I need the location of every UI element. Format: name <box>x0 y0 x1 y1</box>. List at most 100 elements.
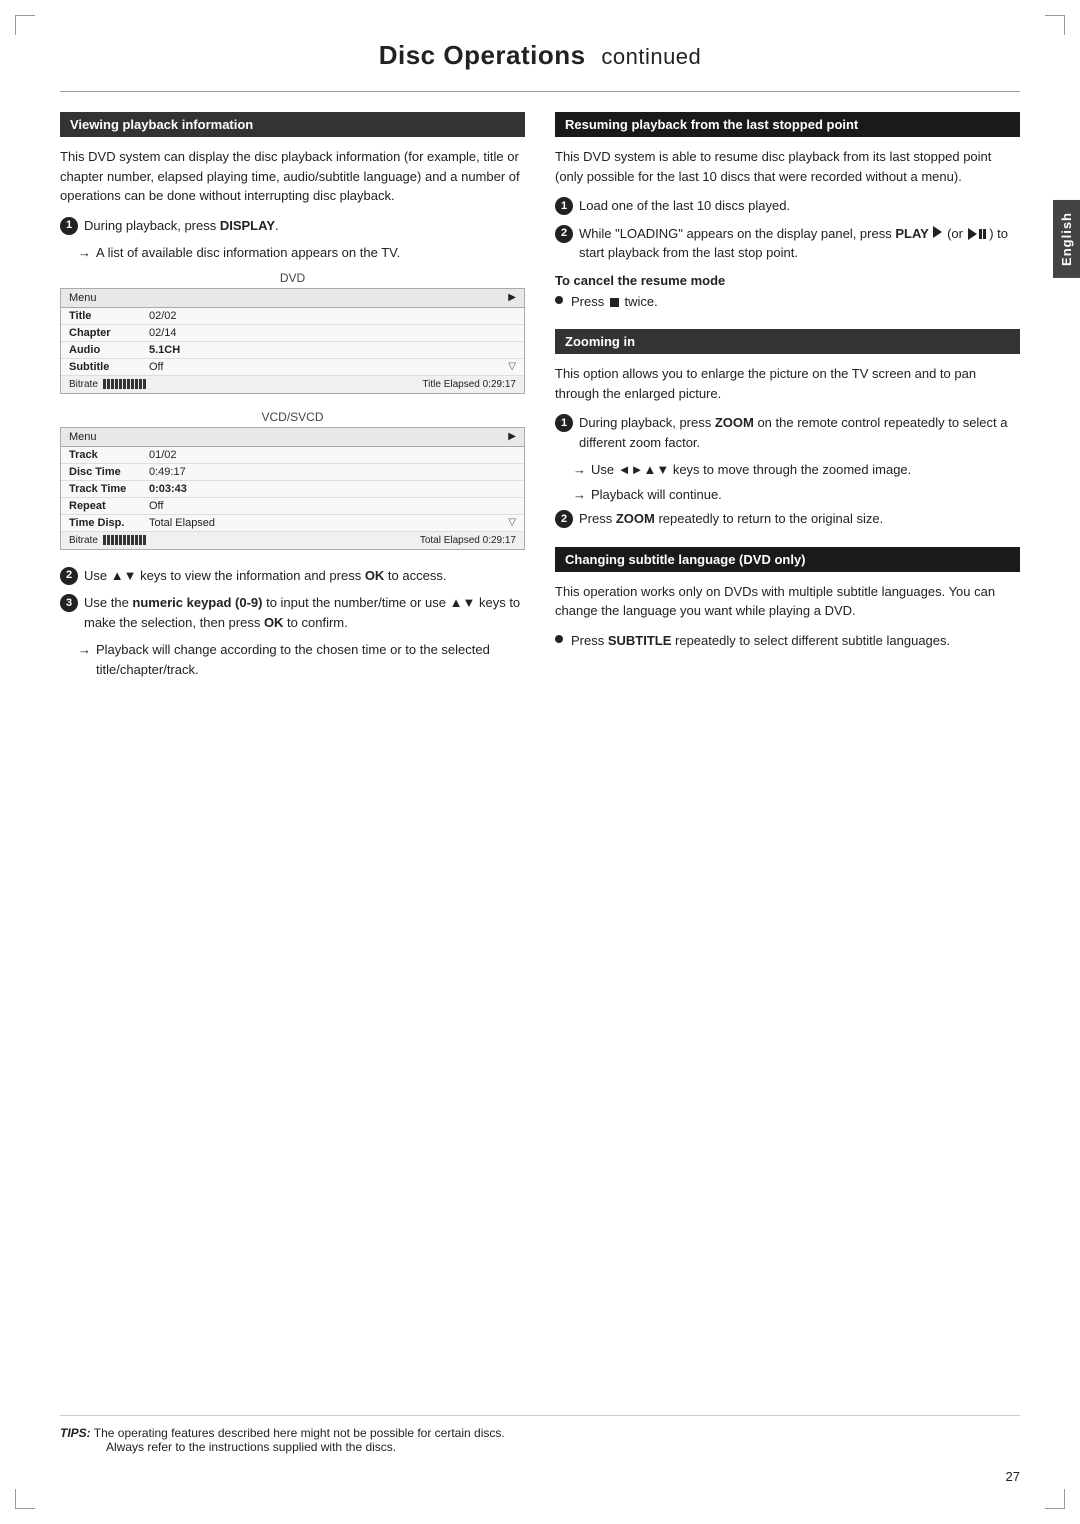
step-3-content: Use the numeric keypad (0-9) to input th… <box>84 593 525 632</box>
menu-key-disctime: Disc Time <box>69 466 149 478</box>
bitrate-bar <box>127 379 130 389</box>
section-header-zooming: Zooming in <box>555 329 1020 354</box>
stop-icon <box>610 298 619 307</box>
menu-key-repeat: Repeat <box>69 500 149 512</box>
page-title: Disc Operations continued <box>60 40 1020 71</box>
vcd-menu-wrapper: VCD/SVCD Menu ▶ Track 01/02 Disc Time 0: <box>60 410 525 550</box>
resuming-body: This DVD system is able to resume disc p… <box>555 147 1020 186</box>
bitrate-elapsed-dvd: Title Elapsed 0:29:17 <box>422 379 516 390</box>
menu-val-chapter: 02/14 <box>149 327 516 339</box>
step-num-2: 2 <box>60 567 78 585</box>
menu-row-title: Title 02/02 <box>61 308 524 325</box>
menu-key-tracktime: Track Time <box>69 483 149 495</box>
menu-key-track: Track <box>69 449 149 461</box>
bitrate-bar <box>119 535 122 545</box>
menu-row-audio: Audio 5.1CH <box>61 342 524 359</box>
step-2-zooming-content: Press ZOOM repeatedly to return to the o… <box>579 509 1020 529</box>
content-columns: Viewing playback information This DVD sy… <box>60 112 1020 697</box>
bitrate-bar <box>107 535 110 545</box>
bitrate-bar <box>127 535 130 545</box>
tips-line2: Always refer to the instructions supplie… <box>60 1440 396 1454</box>
bitrate-bars-vcd <box>103 535 146 545</box>
menu-key-audio: Audio <box>69 344 149 356</box>
arrow-sym-2: → <box>78 640 91 660</box>
arrow-zoom-text-1: Use ◄►▲▼ keys to move through the zoomed… <box>591 460 911 480</box>
step-num-1: 1 <box>60 217 78 235</box>
menu-key-title: Title <box>69 310 149 322</box>
bitrate-bar <box>103 535 106 545</box>
menu-val-track: 01/02 <box>149 449 516 461</box>
arrow-text-2: Playback will change according to the ch… <box>96 640 525 679</box>
step-num-3: 3 <box>60 594 78 612</box>
chevron-down-icon-vcd: ▽ <box>508 517 516 528</box>
step-1-zooming-content: During playback, press ZOOM on the remot… <box>579 413 1020 452</box>
arrow-item-2: → Playback will change according to the … <box>60 640 525 679</box>
pause-bar <box>983 229 986 239</box>
step-2-resuming: 2 While "LOADING" appears on the display… <box>555 224 1020 263</box>
chevron-down-icon: ▽ <box>508 361 516 372</box>
section-zooming: Zooming in This option allows you to enl… <box>555 329 1020 529</box>
play-icon <box>933 226 942 238</box>
bitrate-bar <box>111 535 114 545</box>
right-column: Resuming playback from the last stopped … <box>555 112 1020 697</box>
menu-key-subtitle: Subtitle <box>69 361 149 373</box>
play-icon-2 <box>968 228 977 240</box>
menu-header-dvd: Menu ▶ <box>61 289 524 308</box>
arrow-zoom-1: → Use ◄►▲▼ keys to move through the zoom… <box>555 460 1020 480</box>
left-column: Viewing playback information This DVD sy… <box>60 112 525 697</box>
section-subtitle: Changing subtitle language (DVD only) Th… <box>555 547 1020 651</box>
menu-val-disctime: 0:49:17 <box>149 466 516 478</box>
bitrate-bar <box>143 379 146 389</box>
cancel-resume-text: Press twice. <box>571 292 658 312</box>
arrow-zoom-2: → Playback will continue. <box>555 485 1020 505</box>
corner-mark-bl <box>15 1489 35 1509</box>
arrow-sym-z1: → <box>573 460 586 480</box>
menu-val-timedisp: Total Elapsed <box>149 517 508 529</box>
menu-row-timedisp: Time Disp. Total Elapsed ▽ <box>61 515 524 532</box>
bitrate-bar <box>115 379 118 389</box>
bitrate-row-dvd: Bitrate <box>61 376 524 393</box>
section-viewing: Viewing playback information This DVD sy… <box>60 112 525 679</box>
menu-val-subtitle: Off <box>149 361 508 373</box>
bitrate-bar <box>143 535 146 545</box>
bitrate-bar <box>123 535 126 545</box>
subtitle-bullet-text: Press SUBTITLE repeatedly to select diff… <box>571 631 950 651</box>
vcd-menu-box: Menu ▶ Track 01/02 Disc Time 0:49:17 T <box>60 427 525 550</box>
bitrate-bar <box>107 379 110 389</box>
section-resuming: Resuming playback from the last stopped … <box>555 112 1020 311</box>
pause-bar <box>979 229 982 239</box>
menu-row-chapter: Chapter 02/14 <box>61 325 524 342</box>
arrow-sym-z2: → <box>573 485 586 505</box>
bitrate-bar <box>135 535 138 545</box>
bitrate-bar <box>103 379 106 389</box>
bitrate-bars-dvd <box>103 379 146 389</box>
step-1-resuming: 1 Load one of the last 10 discs played. <box>555 196 1020 216</box>
menu-header-vcd: Menu ▶ <box>61 428 524 447</box>
bitrate-row-vcd: Bitrate <box>61 532 524 549</box>
title-divider <box>60 91 1020 92</box>
menu-val-title: 02/02 <box>149 310 516 322</box>
dvd-menu-wrapper: DVD Menu ▶ Title 02/02 Chapter 02/14 <box>60 271 525 394</box>
tips-footer: TIPS: The operating features described h… <box>60 1415 1020 1454</box>
step-num-r2: 2 <box>555 225 573 243</box>
step-1-viewing: 1 During playback, press DISPLAY. <box>60 216 525 236</box>
bullet-icon-subtitle <box>555 635 563 643</box>
menu-row-tracktime: Track Time 0:03:43 <box>61 481 524 498</box>
bitrate-bar <box>115 535 118 545</box>
arrow-zoom-text-2: Playback will continue. <box>591 485 722 505</box>
step-num-z1: 1 <box>555 414 573 432</box>
language-tab: English <box>1053 200 1080 278</box>
play-icon-dvd: ▶ <box>508 292 516 303</box>
corner-mark-br <box>1045 1489 1065 1509</box>
section-header-subtitle: Changing subtitle language (DVD only) <box>555 547 1020 572</box>
bitrate-label-vcd: Bitrate <box>69 535 98 546</box>
step-2-viewing: 2 Use ▲▼ keys to view the information an… <box>60 566 525 586</box>
cancel-resume-header: To cancel the resume mode <box>555 273 1020 288</box>
bitrate-bar <box>123 379 126 389</box>
menu-title-dvd: Menu <box>69 292 97 304</box>
menu-key-chapter: Chapter <box>69 327 149 339</box>
bitrate-bar <box>131 379 134 389</box>
step-num-z2: 2 <box>555 510 573 528</box>
play-icon-vcd: ▶ <box>508 431 516 442</box>
step-1-content: During playback, press DISPLAY. <box>84 216 525 236</box>
